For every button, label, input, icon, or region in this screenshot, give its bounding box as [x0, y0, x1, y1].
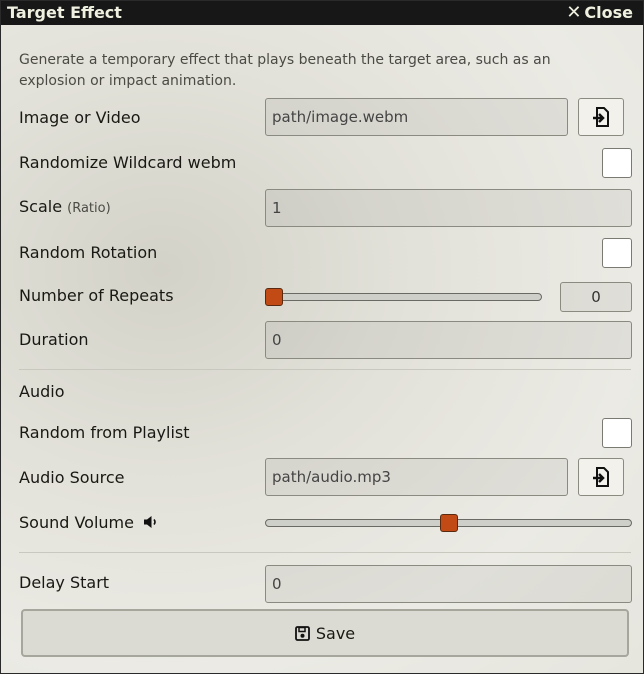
target-effect-window: Target Effect ✕ Close Generate a temporar…: [0, 0, 644, 674]
sound-volume-label: Sound Volume: [19, 513, 159, 533]
window-title: Target Effect: [7, 3, 122, 22]
close-button[interactable]: ✕ Close: [566, 2, 633, 24]
delay-start-input[interactable]: [265, 565, 632, 603]
repeats-slider-track[interactable]: [265, 293, 542, 301]
form-content: Generate a temporary effect that plays b…: [1, 25, 643, 673]
random-rotation-checkbox[interactable]: [602, 238, 632, 268]
scale-label: Scale (Ratio): [19, 197, 111, 219]
window-titlebar[interactable]: Target Effect ✕ Close: [1, 1, 643, 25]
scale-hint: (Ratio): [67, 201, 111, 216]
scale-input[interactable]: [265, 189, 632, 227]
save-label: Save: [315, 623, 356, 643]
image-video-label: Image or Video: [19, 108, 141, 127]
repeats-slider-thumb[interactable]: [265, 288, 283, 306]
repeats-label: Number of Repeats: [19, 286, 174, 305]
sound-volume-slider-thumb[interactable]: [439, 514, 458, 532]
save-button[interactable]: Save: [21, 609, 629, 657]
section-divider: [19, 369, 631, 370]
random-rotation-label: Random Rotation: [19, 243, 158, 262]
delay-start-label: Delay Start: [19, 573, 110, 592]
random-playlist-checkbox[interactable]: [602, 418, 632, 448]
file-import-icon: [593, 107, 609, 127]
file-import-icon: [593, 467, 609, 487]
image-file-picker-button[interactable]: [578, 98, 624, 136]
audio-source-input[interactable]: [265, 458, 568, 496]
random-playlist-label: Random from Playlist: [19, 423, 190, 442]
audio-file-picker-button[interactable]: [578, 458, 624, 496]
image-video-input[interactable]: [265, 98, 568, 136]
close-label: Close: [584, 3, 633, 22]
duration-label: Duration: [19, 330, 89, 349]
randomize-wildcard-label: Randomize Wildcard webm: [19, 153, 237, 172]
section-divider: [19, 552, 631, 553]
repeats-value: 0: [560, 282, 632, 312]
randomize-wildcard-checkbox[interactable]: [602, 148, 632, 178]
scale-label-text: Scale: [19, 197, 63, 216]
sound-volume-label-text: Sound Volume: [19, 513, 134, 532]
save-icon: [294, 625, 310, 641]
form-notes: Generate a temporary effect that plays b…: [19, 52, 551, 89]
volume-icon: [144, 516, 156, 528]
duration-input[interactable]: [265, 321, 632, 359]
close-icon: ✕: [566, 2, 582, 23]
audio-source-label: Audio Source: [19, 468, 125, 487]
audio-section-header: Audio: [19, 382, 65, 401]
